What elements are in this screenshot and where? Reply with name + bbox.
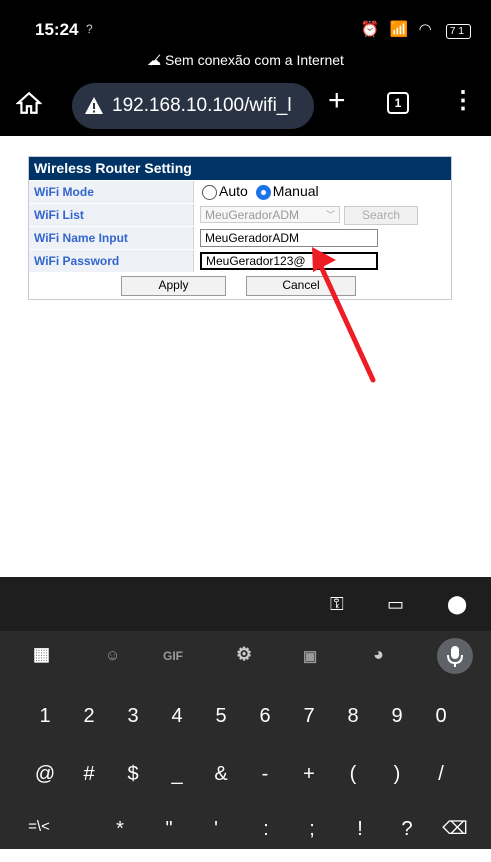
- settings-gear-icon[interactable]: ⚙: [236, 644, 252, 665]
- mic-button[interactable]: [437, 638, 473, 674]
- backspace-icon[interactable]: ⌫: [435, 818, 475, 839]
- status-icons: ⏰ 📶 ◠ 71: [361, 20, 471, 39]
- key-7[interactable]: 7: [289, 705, 329, 728]
- key-exclamation[interactable]: !: [340, 818, 380, 841]
- home-icon[interactable]: [16, 90, 42, 116]
- key-2[interactable]: 2: [69, 705, 109, 728]
- warning-icon[interactable]: [84, 96, 104, 116]
- wifi-list-label: WiFi List: [29, 204, 193, 226]
- signal-icon: 📶: [389, 21, 412, 38]
- keyboard-toolbar: ▦ ☺ GIF ⚙ ▣ ◕: [0, 631, 491, 683]
- no-connection-notice: ☁̸ Sem conexão com a Internet: [0, 52, 491, 69]
- key-slash[interactable]: /: [421, 763, 461, 786]
- key-paren-close[interactable]: ): [377, 763, 417, 786]
- gif-button[interactable]: GIF: [163, 649, 183, 663]
- annotation-arrow-icon: [312, 247, 376, 383]
- key-question[interactable]: ?: [387, 818, 427, 841]
- address-bar[interactable]: 192.168.10.100/wifi_l: [72, 83, 314, 129]
- no-connection-text: Sem conexão com a Internet: [164, 52, 344, 68]
- location-pin-icon[interactable]: ⬤: [447, 594, 467, 615]
- wifi-name-label: WiFi Name Input: [29, 227, 193, 249]
- key-0[interactable]: 0: [421, 705, 461, 728]
- microphone-icon: [447, 646, 463, 667]
- key-semicolon[interactable]: ;: [292, 818, 332, 841]
- url-text[interactable]: 192.168.10.100/wifi_l: [112, 95, 292, 117]
- key-at[interactable]: @: [25, 763, 65, 786]
- palette-icon[interactable]: ◕: [373, 644, 384, 665]
- key-double-quote[interactable]: ": [149, 818, 189, 841]
- key-1[interactable]: 1: [25, 705, 65, 728]
- key-dollar[interactable]: $: [113, 763, 153, 786]
- wifi-password-label: WiFi Password: [29, 250, 193, 272]
- sticker-icon[interactable]: ☺: [105, 647, 120, 664]
- radio-manual-label[interactable]: Manual: [273, 183, 319, 199]
- key-paren-open[interactable]: (: [333, 763, 373, 786]
- wifi-list-selected: MeuGeradorADM: [205, 208, 300, 222]
- key-6[interactable]: 6: [245, 705, 285, 728]
- radio-manual[interactable]: [255, 184, 271, 200]
- panel-title: Wireless Router Setting: [29, 157, 451, 180]
- apps-grid-icon[interactable]: ▦: [33, 644, 50, 665]
- cloud-off-icon: ☁̸: [147, 52, 162, 68]
- more-options-icon[interactable]: ⋮: [451, 89, 475, 113]
- wifi-list-select[interactable]: MeuGeradorADM ﹀: [200, 206, 340, 223]
- key-ampersand[interactable]: &: [201, 763, 241, 786]
- wifi-icon: ◠: [418, 21, 435, 38]
- radio-auto[interactable]: [202, 184, 217, 200]
- tab-switcher-button[interactable]: 1: [387, 92, 409, 114]
- card-icon[interactable]: ▭: [387, 594, 404, 615]
- key-icon[interactable]: ⚿: [330, 594, 344, 615]
- clock: 15:24: [35, 20, 79, 39]
- key-plus[interactable]: +: [289, 763, 329, 786]
- key-5[interactable]: 5: [201, 705, 241, 728]
- key-3[interactable]: 3: [113, 705, 153, 728]
- radio-auto-label[interactable]: Auto: [219, 183, 248, 199]
- wifi-mode-options: Auto Manual: [202, 183, 319, 200]
- browser-toolbar: 192.168.10.100/wifi_l + 1 ⋮: [0, 76, 491, 136]
- keyboard-suggestion-bar: ⚿ ▭ ⬤: [0, 577, 491, 631]
- chevron-down-icon: ﹀: [325, 210, 335, 220]
- key-minus[interactable]: -: [245, 763, 285, 786]
- key-asterisk[interactable]: *: [100, 818, 140, 841]
- key-4[interactable]: 4: [157, 705, 197, 728]
- key-hash[interactable]: #: [69, 763, 109, 786]
- symbol-row-1: @ # $ _ & - + ( ) /: [0, 763, 491, 807]
- alarm-icon: ⏰: [360, 21, 383, 38]
- new-tab-icon[interactable]: +: [328, 86, 346, 116]
- key-more-symbols[interactable]: =\<: [14, 818, 64, 835]
- status-indicator: ?: [86, 22, 93, 36]
- wifi-list-value: MeuGeradorADM ﹀ Search: [193, 204, 451, 226]
- translate-icon[interactable]: ▣: [303, 647, 317, 665]
- key-8[interactable]: 8: [333, 705, 373, 728]
- wifi-list-row: WiFi List MeuGeradorADM ﹀ Search: [29, 203, 451, 226]
- number-row: 1 2 3 4 5 6 7 8 9 0: [0, 705, 491, 749]
- key-single-quote[interactable]: ': [196, 818, 236, 841]
- soft-keyboard: ⚿ ▭ ⬤ ▦ ☺ GIF ⚙ ▣ ◕ 1 2 3 4 5 6 7 8 9 0 …: [0, 577, 491, 849]
- symbol-row-2: =\< * " ' : ; ! ? ⌫: [0, 818, 491, 862]
- search-button[interactable]: Search: [344, 206, 418, 225]
- key-9[interactable]: 9: [377, 705, 417, 728]
- wifi-mode-label: WiFi Mode: [29, 181, 193, 203]
- wifi-mode-row: WiFi Mode Auto Manual: [29, 180, 451, 203]
- apply-button[interactable]: Apply: [121, 276, 226, 296]
- key-colon[interactable]: :: [246, 818, 286, 841]
- key-underscore[interactable]: _: [157, 763, 197, 786]
- status-bar: 15:24 ? ⏰ 📶 ◠ 71 ☁̸ Sem conexão com a In…: [0, 0, 491, 76]
- battery-icon: 71: [445, 24, 471, 39]
- wifi-mode-value: Auto Manual: [193, 181, 451, 203]
